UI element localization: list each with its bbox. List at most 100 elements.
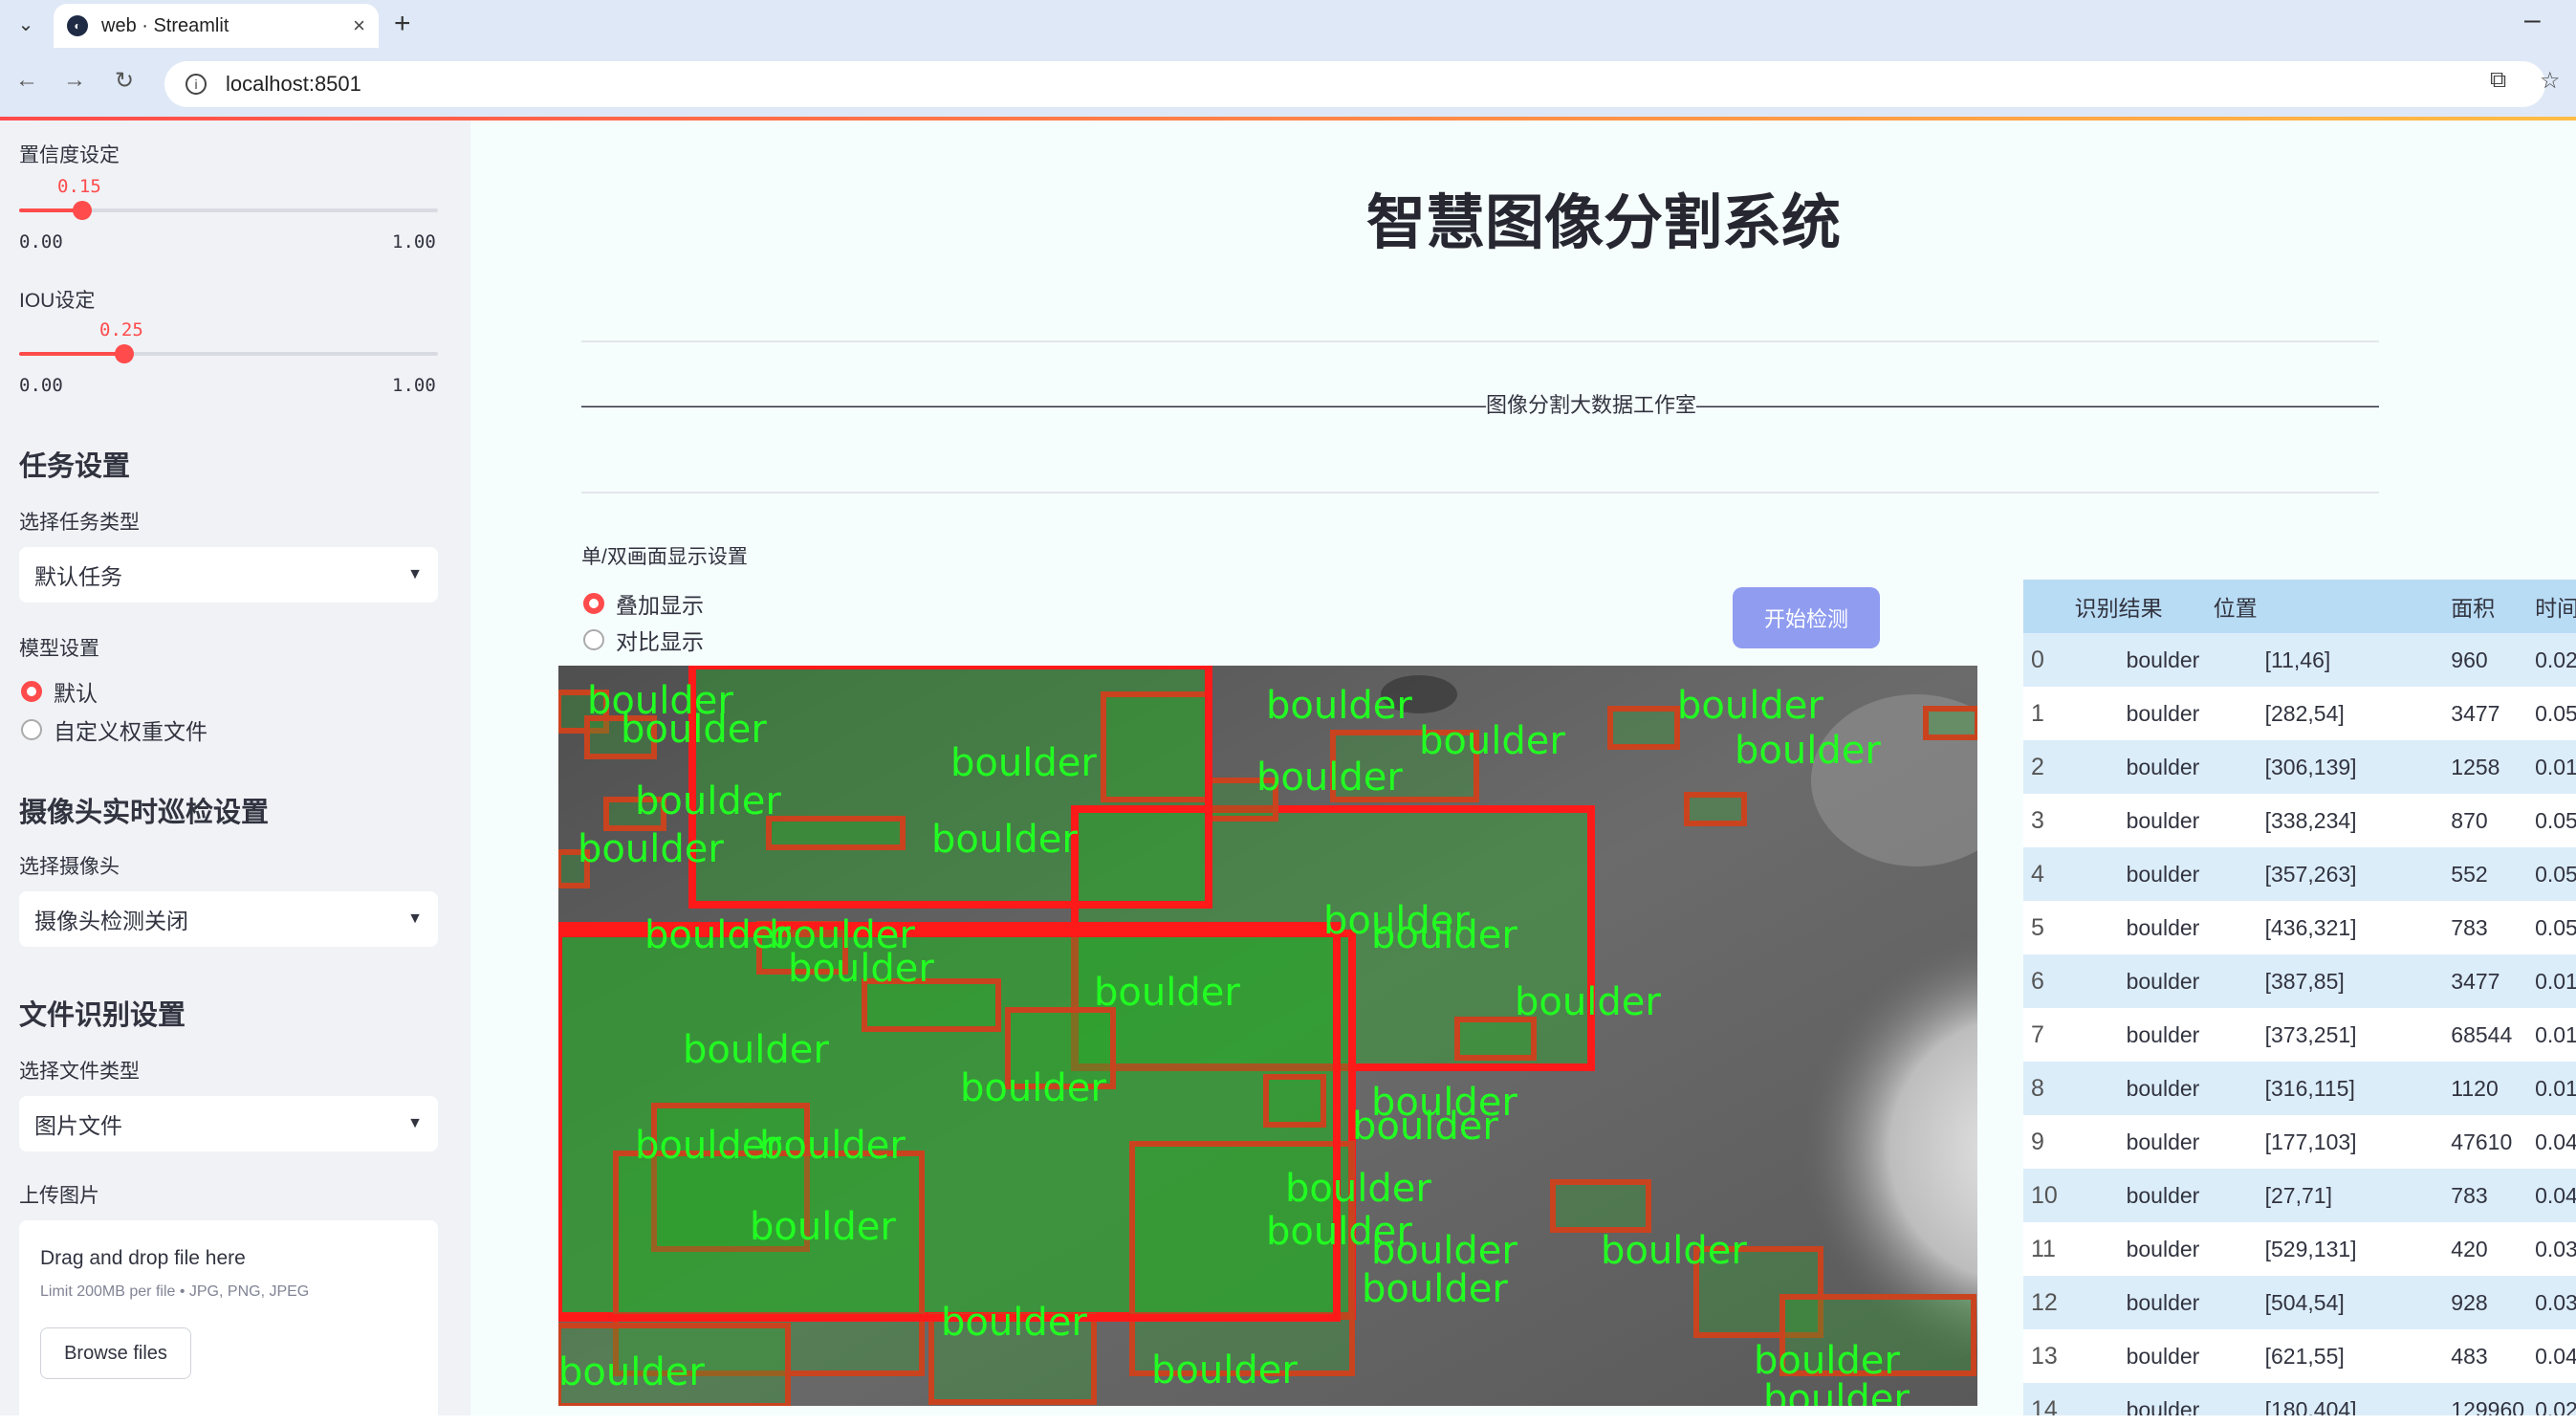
table-row[interactable]: 12 boulder [504,54] 928 0.03 <box>2023 1276 2576 1329</box>
row-time: 0.01 <box>2527 740 2576 794</box>
table-row[interactable]: 3 boulder [338,234] 870 0.05 <box>2023 794 2576 847</box>
row-position: [387,85] <box>2205 954 2444 1008</box>
table-row[interactable]: 8 boulder [316,115] 1120 0.01 <box>2023 1062 2576 1115</box>
iou-slider-fill <box>19 352 124 356</box>
row-index: 2 <box>2023 740 2067 794</box>
radio-selected-icon <box>21 681 42 702</box>
row-index: 13 <box>2023 1329 2067 1383</box>
table-column-header[interactable]: 识别结果 <box>2066 580 2206 633</box>
detection-label: boulder <box>788 947 934 991</box>
iou-slider[interactable] <box>19 344 438 363</box>
display-mode-option-label: 对比显示 <box>616 629 704 654</box>
row-position: [504,54] <box>2205 1276 2444 1329</box>
confidence-slider[interactable] <box>19 201 438 220</box>
row-area: 3477 <box>2443 687 2528 740</box>
detection-box <box>1454 1017 1537 1061</box>
minimize-icon[interactable]: – <box>2524 4 2541 36</box>
row-index: 1 <box>2023 687 2067 740</box>
file-type-select[interactable]: 图片文件 ▼ <box>19 1096 438 1151</box>
tab-bar: ⌄ ◐ web · Streamlit × + – <box>0 0 2576 48</box>
site-info-icon[interactable]: i <box>186 74 207 95</box>
bookmark-star-icon[interactable]: ☆ <box>2540 67 2561 95</box>
row-index: 8 <box>2023 1062 2067 1115</box>
browser-tab[interactable]: ◐ web · Streamlit × <box>54 4 379 48</box>
table-row[interactable]: 9 boulder [177,103] 47610 0.04 <box>2023 1115 2576 1169</box>
table-column-header[interactable]: 时间 <box>2527 580 2576 633</box>
row-label: boulder <box>2066 901 2206 954</box>
tab-search-icon[interactable]: ⌄ <box>10 9 42 39</box>
detection-label: boulder <box>1285 1167 1431 1211</box>
model-option-default[interactable]: 默认 <box>21 675 98 708</box>
detection-label: boulder <box>750 1205 896 1249</box>
row-label: boulder <box>2066 954 2206 1008</box>
table-row[interactable]: 2 boulder [306,139] 1258 0.01 <box>2023 740 2576 794</box>
row-area: 3477 <box>2443 954 2528 1008</box>
detection-label: boulder <box>621 708 767 752</box>
main-content: 智慧图像分割系统 ———————————————————————————————… <box>470 121 2576 1415</box>
iou-slider-thumb[interactable] <box>115 344 134 363</box>
file-section-title: 文件识别设置 <box>19 1000 186 1031</box>
file-uploader-dropzone[interactable]: Drag and drop file here Limit 200MB per … <box>19 1220 438 1425</box>
display-mode-compare[interactable]: 对比显示 <box>583 624 704 656</box>
table-row[interactable]: 13 boulder [621,55] 483 0.04 <box>2023 1329 2576 1383</box>
task-type-select[interactable]: 默认任务 ▼ <box>19 547 438 603</box>
detection-label: boulder <box>578 827 724 871</box>
confidence-slider-thumb[interactable] <box>73 201 92 220</box>
row-position: [373,251] <box>2205 1008 2444 1062</box>
display-mode-overlay[interactable]: 叠加显示 <box>583 587 704 620</box>
row-time: 0.04 <box>2527 1329 2576 1383</box>
table-row[interactable]: 0 boulder [11,46] 960 0.02 <box>2023 633 2576 687</box>
model-option-label: 默认 <box>54 681 98 706</box>
row-position: [316,115] <box>2205 1062 2444 1115</box>
back-icon[interactable]: ← <box>15 67 38 94</box>
row-area: 960 <box>2443 633 2528 687</box>
detection-label: boulder <box>1371 1081 1517 1125</box>
row-position: [11,46] <box>2205 633 2444 687</box>
close-tab-icon[interactable]: × <box>353 13 365 38</box>
table-row[interactable]: 1 boulder [282,54] 3477 0.05 <box>2023 687 2576 740</box>
detection-label: boulder <box>1094 971 1240 1015</box>
model-option-custom[interactable]: 自定义权重文件 <box>21 713 207 746</box>
radio-unselected-icon <box>583 629 604 650</box>
table-row[interactable]: 7 boulder [373,251] 68544 0.01 <box>2023 1008 2576 1062</box>
row-label: boulder <box>2066 1383 2206 1415</box>
table-row[interactable]: 5 boulder [436,321] 783 0.05 <box>2023 901 2576 954</box>
detection-label: boulder <box>1601 1229 1747 1273</box>
upload-label: 上传图片 <box>19 1185 99 1207</box>
detection-box <box>1550 1179 1651 1233</box>
camera-select[interactable]: 摄像头检测关闭 ▼ <box>19 891 438 947</box>
task-type-label: 选择任务类型 <box>19 512 140 534</box>
row-area: 483 <box>2443 1329 2528 1383</box>
table-row[interactable]: 4 boulder [357,263] 552 0.05 <box>2023 847 2576 901</box>
detection-label: boulder <box>1735 729 1881 773</box>
forward-icon[interactable]: → <box>63 67 86 94</box>
row-time: 0.01 <box>2527 1008 2576 1062</box>
radio-unselected-icon <box>21 719 42 740</box>
table-column-header[interactable]: 位置 <box>2205 580 2444 633</box>
row-time: 0.01 <box>2527 954 2576 1008</box>
radio-selected-icon <box>583 593 604 614</box>
table-row[interactable]: 6 boulder [387,85] 3477 0.01 <box>2023 954 2576 1008</box>
iou-label: IOU设定 <box>19 290 96 312</box>
iou-max: 1.00 <box>392 375 436 396</box>
translate-icon[interactable]: ⧉ <box>2490 67 2506 94</box>
table-column-header[interactable] <box>2023 580 2067 633</box>
table-row[interactable]: 14 boulder [180,404] 129960 0.02 <box>2023 1383 2576 1415</box>
new-tab-icon[interactable]: + <box>394 8 411 40</box>
table-column-header[interactable]: 面积 <box>2443 580 2528 633</box>
detection-box <box>1263 1074 1326 1128</box>
table-row[interactable]: 11 boulder [529,131] 420 0.03 <box>2023 1222 2576 1276</box>
start-detection-button[interactable]: 开始检测 <box>1733 587 1880 648</box>
iou-min: 0.00 <box>19 375 63 396</box>
address-bar[interactable]: i localhost:8501 <box>164 61 2545 107</box>
upload-limit-text: Limit 200MB per file • JPG, PNG, JPEG <box>40 1283 310 1300</box>
confidence-max: 1.00 <box>392 231 436 252</box>
detection-label: boulder <box>1151 1348 1298 1392</box>
studio-divider-text: ————————————————————————————————————————… <box>581 393 2379 417</box>
row-index: 6 <box>2023 954 2067 1008</box>
display-mode-label: 单/双画面显示设置 <box>581 546 748 568</box>
table-row[interactable]: 10 boulder [27,71] 783 0.04 <box>2023 1169 2576 1222</box>
browse-files-button[interactable]: Browse files <box>40 1327 191 1379</box>
reload-icon[interactable]: ↻ <box>115 67 134 95</box>
browser-chrome: ⌄ ◐ web · Streamlit × + – ← → ↻ i localh… <box>0 0 2576 117</box>
